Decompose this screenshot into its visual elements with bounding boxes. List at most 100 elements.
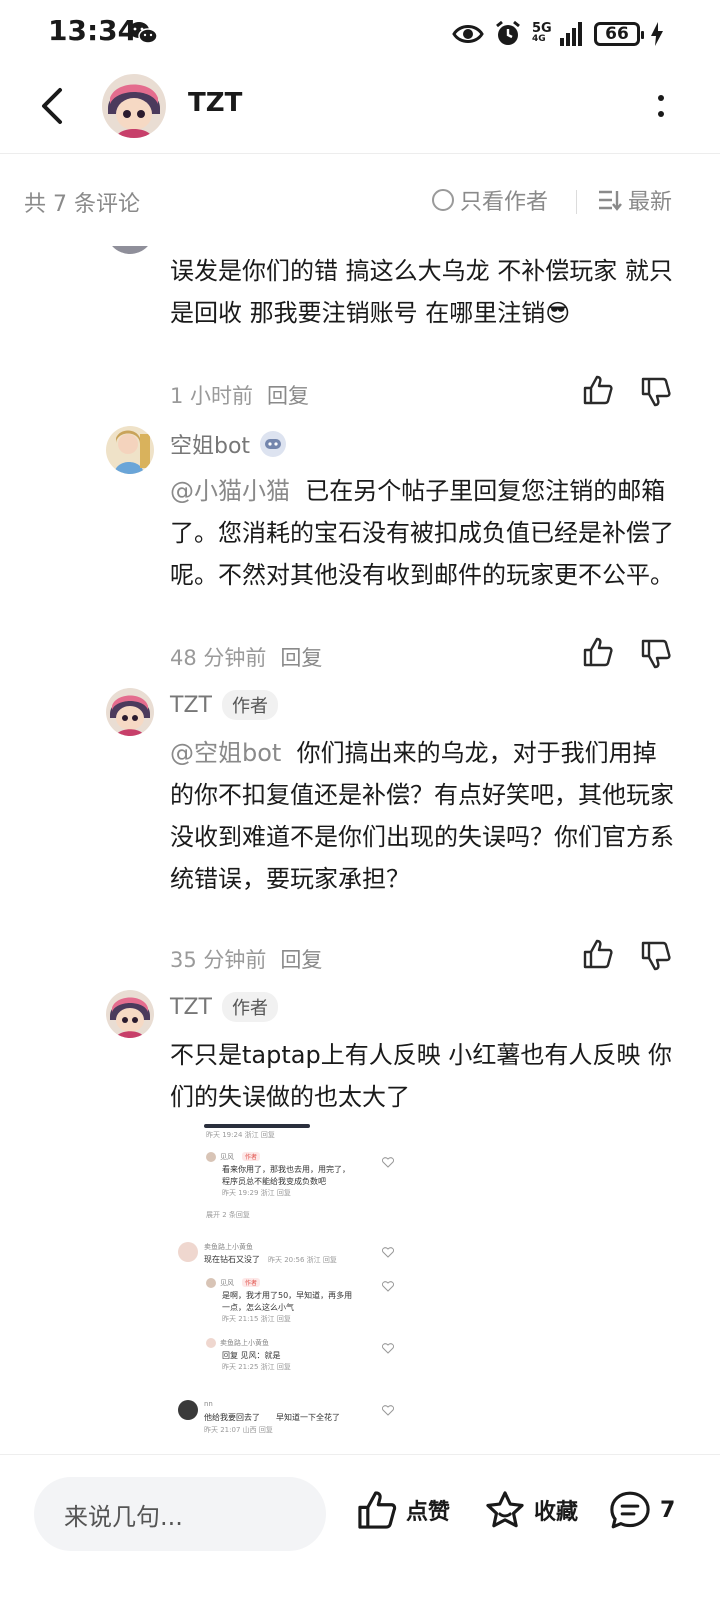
reply-button[interactable]: 回复 — [280, 642, 322, 672]
comment-author: 空姐bot — [170, 428, 287, 460]
embed-text: 作者 — [242, 1152, 261, 1161]
divider — [576, 190, 577, 214]
comment-time: 35 分钟前 — [170, 948, 267, 972]
comment-count-label: 7 — [660, 1497, 676, 1523]
avatar — [206, 1338, 216, 1348]
embed-text: 见风 — [220, 1153, 234, 1161]
only-author-label: 只看作者 — [460, 190, 549, 215]
wechat-icon — [129, 22, 158, 44]
comment-sort-bar: 共 7 条评论 只看作者 最新 — [0, 156, 720, 246]
author-name: 空姐bot — [170, 434, 251, 459]
comment-text: 不只是taptap上有人反映 小红薯也有人反映 你们的失误做的也太大了 — [170, 1041, 672, 1111]
embed-text: 昨天 20:56 浙江 回复 — [268, 1256, 337, 1264]
author-tag: 作者 — [221, 690, 278, 720]
status-time: 13:34 — [48, 14, 138, 47]
comment-author: TZT 作者 — [170, 690, 278, 720]
heart-icon — [382, 1405, 394, 1416]
sort-newest-button[interactable]: 最新 — [598, 184, 672, 216]
back-icon[interactable] — [34, 86, 74, 126]
comment-text: @空姐bot 你们搞出来的乌龙，对于我们用掉的你不扣复值还是补偿？有点好笑吧，其… — [170, 739, 674, 893]
eye-icon — [452, 25, 484, 43]
comment-count: 共 7 条评论 — [24, 192, 140, 217]
thumbs-up-icon[interactable] — [582, 374, 614, 406]
signal-icon — [560, 22, 582, 46]
avatar — [178, 1400, 198, 1420]
reply-button[interactable]: 回复 — [267, 380, 309, 410]
network-icon: 5G 4G — [532, 21, 552, 44]
status-bar: 13:34 5G 4G 66 — [0, 0, 720, 68]
thumbs-up-icon[interactable] — [582, 938, 614, 970]
comment-input[interactable]: 来说几句... — [34, 1477, 326, 1551]
like-button[interactable]: 点赞 — [356, 1489, 450, 1531]
embed-text: nn — [204, 1400, 213, 1408]
like-label: 点赞 — [406, 1500, 451, 1525]
author-name: TZT — [170, 994, 212, 1020]
comment-time: 1 小时前 — [170, 384, 254, 408]
top-navigation: TZT — [0, 68, 720, 154]
embed-text: 他给我要回去了 — [204, 1413, 260, 1422]
avatar[interactable] — [106, 990, 154, 1038]
alarm-icon — [496, 20, 520, 45]
comment-list: 误发是你们的错 搞这么大乌龙 不补偿玩家 就只是回收 那我要注销账号 在哪里注销… — [0, 246, 720, 1454]
embed-text: 作者 — [242, 1278, 261, 1287]
avatar — [206, 1152, 216, 1162]
more-options-icon[interactable] — [654, 88, 668, 124]
comment-meta: 35 分钟前 回复 — [170, 944, 322, 974]
page-title: TZT — [188, 88, 243, 118]
avatar[interactable] — [106, 426, 154, 474]
bot-badge-icon — [260, 431, 287, 457]
comment-author: TZT 作者 — [170, 992, 278, 1022]
heart-icon — [382, 1247, 394, 1258]
comment-text: @小猫小猫 已在另个帖子里回复您注销的邮箱了。您消耗的宝石没有被扣成负值已经是补… — [170, 477, 674, 589]
comment-meta: 48 分钟前 回复 — [170, 642, 322, 672]
author-tag: 作者 — [221, 992, 278, 1022]
embed-text: 回复 见风：就是 — [222, 1351, 281, 1360]
comment-text: 误发是你们的错 搞这么大乌龙 不补偿玩家 就只是回收 那我要注销账号 在哪里注销… — [170, 257, 673, 327]
avatar — [178, 1242, 198, 1262]
embed-text: 昨天 19:29 浙江 回复 — [222, 1189, 291, 1197]
embed-text: 卖鱼路上小黄鱼 — [204, 1243, 253, 1251]
heart-icon — [382, 1157, 394, 1168]
embed-text: 昨天 21:15 浙江 回复 — [222, 1315, 291, 1323]
avatar[interactable] — [102, 74, 166, 138]
embed-text: 早知道一下全花了 — [276, 1413, 340, 1422]
comment-image[interactable]: 昨天 19:24 浙江 回复 见风 作者 看来你用了，那我也去用，用完了， 程序… — [170, 1124, 410, 1454]
comment-meta: 1 小时前 回复 — [170, 380, 309, 410]
embed-text: 展开 2 条回复 — [206, 1211, 250, 1219]
embed-text: 卖鱼路上小黄鱼 — [220, 1339, 269, 1347]
embed-text: 是啊，我才用了50，早知道，再多用 — [222, 1291, 353, 1300]
thumbs-up-icon — [358, 1491, 397, 1529]
charging-icon — [651, 22, 663, 46]
embed-text: 现在钻石又没了 — [204, 1255, 260, 1264]
heart-icon — [382, 1343, 394, 1354]
bottom-action-bar: 来说几句... 点赞 收藏 7 — [0, 1454, 720, 1600]
thumbs-down-icon[interactable] — [640, 376, 672, 408]
star-icon — [486, 1491, 524, 1528]
sort-icon — [599, 190, 622, 211]
radio-circle-icon — [432, 189, 454, 211]
thumbs-up-icon[interactable] — [582, 636, 614, 668]
sort-label: 最新 — [628, 190, 673, 215]
mention-link[interactable]: @空姐bot — [170, 739, 281, 767]
only-author-toggle[interactable]: 只看作者 — [432, 184, 548, 216]
avatar — [206, 1278, 216, 1288]
embed-text: 程序员总不能给我变成负数吧 — [222, 1177, 326, 1186]
mention-link[interactable]: @小猫小猫 — [170, 477, 290, 505]
heart-icon — [382, 1281, 394, 1292]
status-icons: 5G 4G 66 — [452, 18, 664, 50]
battery-icon: 66 — [594, 22, 644, 46]
avatar[interactable] — [106, 688, 154, 736]
embed-text: 看来你用了，那我也去用，用完了， — [222, 1165, 350, 1174]
thumbs-down-icon[interactable] — [640, 638, 672, 670]
comments-button[interactable]: 7 — [608, 1489, 675, 1531]
thumbs-down-icon[interactable] — [640, 940, 672, 972]
image-top-bar — [204, 1124, 310, 1128]
favorite-button[interactable]: 收藏 — [484, 1489, 578, 1531]
comment-bubble-icon — [610, 1491, 650, 1529]
embed-text: 昨天 19:24 浙江 回复 — [206, 1131, 275, 1139]
comment-time: 48 分钟前 — [170, 646, 267, 670]
author-name: TZT — [170, 692, 212, 718]
embed-text: 见风 — [220, 1279, 234, 1287]
reply-button[interactable]: 回复 — [280, 944, 322, 974]
embed-text: 昨天 21:07 山西 回复 — [204, 1426, 273, 1434]
